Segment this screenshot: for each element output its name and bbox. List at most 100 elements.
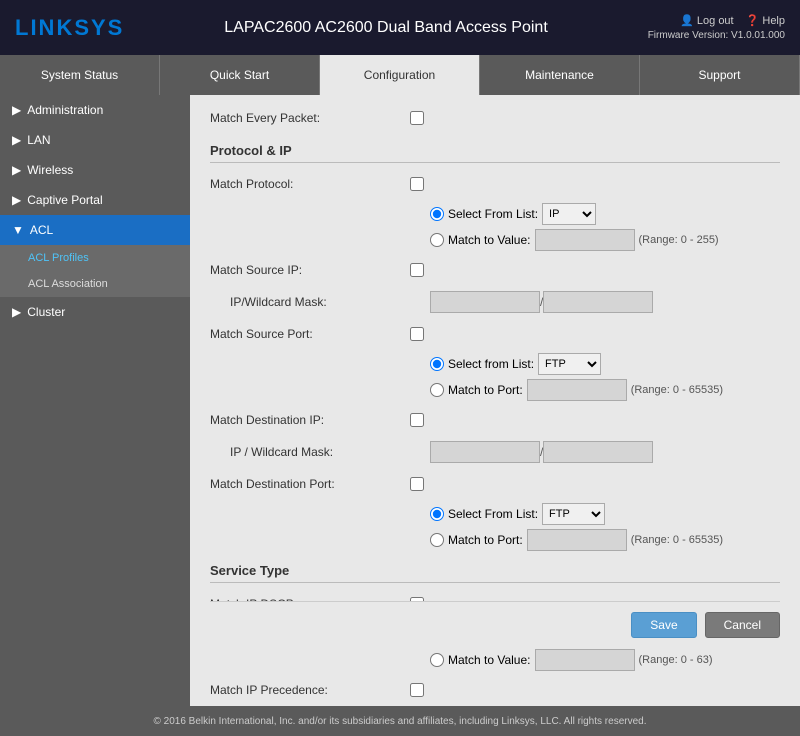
source-port-match-row: Match to Port: (Range: 0 - 65535) (430, 379, 723, 401)
dest-ip-input[interactable] (430, 441, 540, 463)
protocol-select-dropdown[interactable]: IP TCP UDP ICMP (542, 203, 596, 225)
help-link[interactable]: ❓ Help (746, 14, 785, 27)
sidebar-item-lan[interactable]: ▶ LAN (0, 125, 190, 155)
footer-text: © 2016 Belkin International, Inc. and/or… (153, 716, 646, 727)
match-every-packet-row: Match Every Packet: (210, 105, 780, 131)
match-dest-ip-checkbox[interactable] (410, 413, 424, 427)
help-icon: ❓ (746, 15, 763, 27)
protocol-select-from-list-row: Select From List: IP TCP UDP ICMP (430, 203, 719, 225)
source-port-match-label: Match to Port: (448, 383, 523, 397)
match-dest-ip-row: Match Destination IP: (210, 407, 780, 433)
cancel-button[interactable]: Cancel (705, 612, 780, 638)
arrow-icon: ▶ (12, 103, 21, 117)
match-every-packet-checkbox[interactable] (410, 111, 424, 125)
sidebar-item-acl[interactable]: ▼ ACL (0, 215, 190, 245)
dest-port-select-label: Select From List: (448, 507, 538, 521)
source-port-dropdown[interactable]: FTP HTTP HTTPS SSH (538, 353, 601, 375)
sidebar-item-captive-portal[interactable]: ▶ Captive Portal (0, 185, 190, 215)
match-source-ip-label: Match Source IP: (210, 263, 410, 277)
acl-profiles-label: ACL Profiles (28, 252, 89, 264)
source-port-select-row: Select from List: FTP HTTP HTTPS SSH (430, 353, 723, 375)
sidebar-item-cluster[interactable]: ▶ Cluster (0, 297, 190, 327)
page-footer: © 2016 Belkin International, Inc. and/or… (0, 706, 800, 736)
source-port-input[interactable] (527, 379, 627, 401)
arrow-icon-lan: ▶ (12, 133, 21, 147)
match-source-port-label: Match Source Port: (210, 327, 410, 341)
match-source-ip-checkbox[interactable] (410, 263, 424, 277)
tab-maintenance[interactable]: Maintenance (480, 55, 640, 95)
save-button[interactable]: Save (631, 612, 696, 638)
dest-port-input[interactable] (527, 529, 627, 551)
dest-port-dropdown[interactable]: FTP HTTP HTTPS SSH (542, 503, 605, 525)
protocol-match-to-value-label: Match to Value: (448, 233, 531, 247)
tab-system-status[interactable]: System Status (0, 55, 160, 95)
source-port-select-radio[interactable] (430, 357, 444, 371)
logout-label: Log out (697, 15, 734, 27)
protocol-match-to-value-radio[interactable] (430, 233, 444, 247)
match-source-port-row: Match Source Port: (210, 321, 780, 347)
dscp-match-row: Match to Value: (Range: 0 - 63) (430, 649, 712, 671)
sidebar-item-administration[interactable]: ▶ Administration (0, 95, 190, 125)
acl-association-label: ACL Association (28, 278, 108, 290)
match-dest-port-label: Match Destination Port: (210, 477, 410, 491)
source-port-range: (Range: 0 - 65535) (631, 384, 723, 396)
source-port-select-label: Select from List: (448, 357, 534, 371)
firmware-version: Firmware Version: V1.0.01.000 (648, 30, 785, 41)
logout-icon: 👤 (680, 15, 697, 27)
sidebar-item-cluster-label: Cluster (27, 305, 65, 319)
dest-ip-mask-row: IP / Wildcard Mask: / (210, 439, 780, 465)
tab-maintenance-label: Maintenance (525, 68, 594, 82)
logout-link[interactable]: 👤 Log out (680, 14, 733, 27)
arrow-icon-acl: ▼ (12, 223, 24, 237)
match-protocol-radios: Select From List: IP TCP UDP ICMP Match … (430, 203, 719, 251)
dscp-value-input[interactable] (535, 649, 635, 671)
dest-port-match-label: Match to Port: (448, 533, 523, 547)
dest-port-match-radio[interactable] (430, 533, 444, 547)
sidebar-item-wireless[interactable]: ▶ Wireless (0, 155, 190, 185)
sidebar-item-acl-profiles[interactable]: ACL Profiles (0, 245, 190, 271)
sidebar-item-lan-label: LAN (27, 133, 50, 147)
source-port-radios: Select from List: FTP HTTP HTTPS SSH Mat… (430, 353, 723, 401)
content-area: Match Every Packet: Protocol & IP Match … (190, 95, 800, 706)
help-label: Help (762, 15, 785, 27)
tab-quick-start[interactable]: Quick Start (160, 55, 320, 95)
match-ip-precedence-checkbox[interactable] (410, 683, 424, 697)
tab-configuration[interactable]: Configuration (320, 55, 480, 95)
arrow-icon-wireless: ▶ (12, 163, 21, 177)
match-ip-precedence-row: Match IP Precedence: (210, 677, 780, 703)
sidebar-item-acl-association[interactable]: ACL Association (0, 271, 190, 297)
tab-quick-start-label: Quick Start (210, 68, 269, 82)
dest-mask-input[interactable] (543, 441, 653, 463)
source-ip-input[interactable] (430, 291, 540, 313)
protocol-select-from-list-radio[interactable] (430, 207, 444, 221)
tab-support[interactable]: Support (640, 55, 800, 95)
dest-port-radios: Select From List: FTP HTTP HTTPS SSH Mat… (430, 503, 723, 551)
protocol-value-input[interactable] (535, 229, 635, 251)
match-protocol-label: Match Protocol: (210, 177, 410, 191)
content-footer: Save Cancel (210, 601, 780, 646)
tab-configuration-label: Configuration (364, 68, 435, 82)
source-port-match-radio[interactable] (430, 383, 444, 397)
logo-text: LINKSYS (15, 15, 124, 40)
sidebar-item-captive-label: Captive Portal (27, 193, 102, 207)
arrow-icon-captive: ▶ (12, 193, 21, 207)
service-type-section-title: Service Type (210, 563, 780, 583)
protocol-ip-section-title: Protocol & IP (210, 143, 780, 163)
dscp-match-radio[interactable] (430, 653, 444, 667)
match-ip-precedence-label: Match IP Precedence: (210, 683, 410, 697)
match-dest-port-checkbox[interactable] (410, 477, 424, 491)
sidebar-acl-submenu: ACL Profiles ACL Association (0, 245, 190, 297)
tab-support-label: Support (698, 68, 740, 82)
match-every-packet-label: Match Every Packet: (210, 111, 410, 125)
dest-port-select-row: Select From List: FTP HTTP HTTPS SSH (430, 503, 723, 525)
ip-wildcard-mask-label: IP/Wildcard Mask: (230, 295, 430, 309)
dest-port-controls: Select From List: FTP HTTP HTTPS SSH Mat… (210, 503, 780, 551)
source-mask-input[interactable] (543, 291, 653, 313)
header-right: 👤 Log out ❓ Help Firmware Version: V1.0.… (648, 14, 785, 41)
match-protocol-checkbox[interactable] (410, 177, 424, 191)
tab-system-status-label: System Status (41, 68, 118, 82)
match-source-port-checkbox[interactable] (410, 327, 424, 341)
source-port-controls: Select from List: FTP HTTP HTTPS SSH Mat… (210, 353, 780, 401)
page-header: LINKSYS LAPAC2600 AC2600 Dual Band Acces… (0, 0, 800, 55)
dest-port-select-radio[interactable] (430, 507, 444, 521)
